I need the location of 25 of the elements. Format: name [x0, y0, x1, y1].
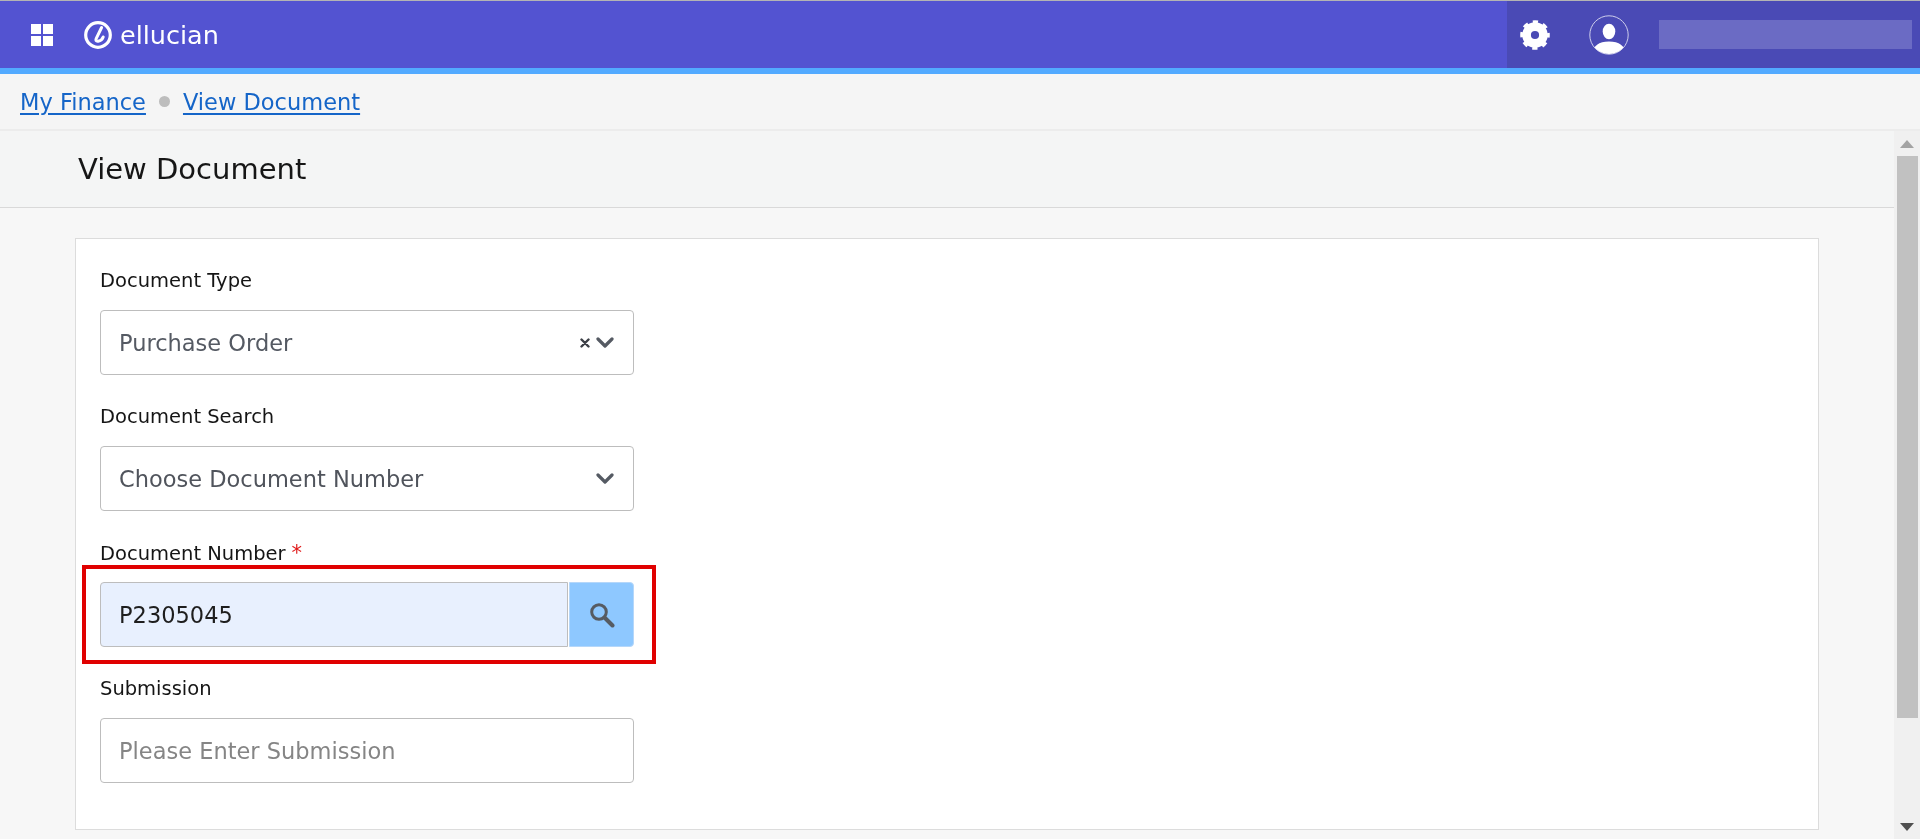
breadcrumb-link[interactable]: View Document: [182, 88, 361, 115]
scroll-down-arrow-icon[interactable]: [1900, 822, 1914, 831]
chevron-down-icon: [596, 337, 614, 348]
circle-logo-icon: [84, 20, 112, 49]
document-number-input[interactable]: P2305045: [100, 582, 568, 647]
scrollbar-thumb[interactable]: [1896, 156, 1918, 718]
page-title: View Document: [78, 151, 307, 187]
required-asterisk: *: [291, 541, 303, 565]
field-label: Document Type: [100, 269, 252, 293]
text-input-field[interactable]: Please Enter Submission: [100, 718, 634, 783]
field-label: Document Number: [100, 542, 286, 566]
brand-name: ellucian: [120, 18, 219, 51]
field-label: Submission: [100, 677, 212, 701]
settings-icon[interactable]: [1520, 19, 1550, 50]
dropdown[interactable]: Choose Document Number: [100, 446, 634, 511]
grid-menu-icon[interactable]: [31, 23, 53, 46]
user-avatar-icon[interactable]: [1589, 14, 1629, 55]
search-button[interactable]: [569, 582, 634, 647]
chevron-down-icon: [596, 473, 614, 484]
dropdown[interactable]: Purchase Order: [100, 310, 634, 375]
separator-dot-icon: [158, 96, 170, 107]
search-icon: [588, 601, 615, 628]
breadcrumb-link[interactable]: My Finance: [20, 88, 146, 115]
field-label: Document Search: [100, 405, 275, 429]
clear-icon[interactable]: [580, 337, 590, 348]
